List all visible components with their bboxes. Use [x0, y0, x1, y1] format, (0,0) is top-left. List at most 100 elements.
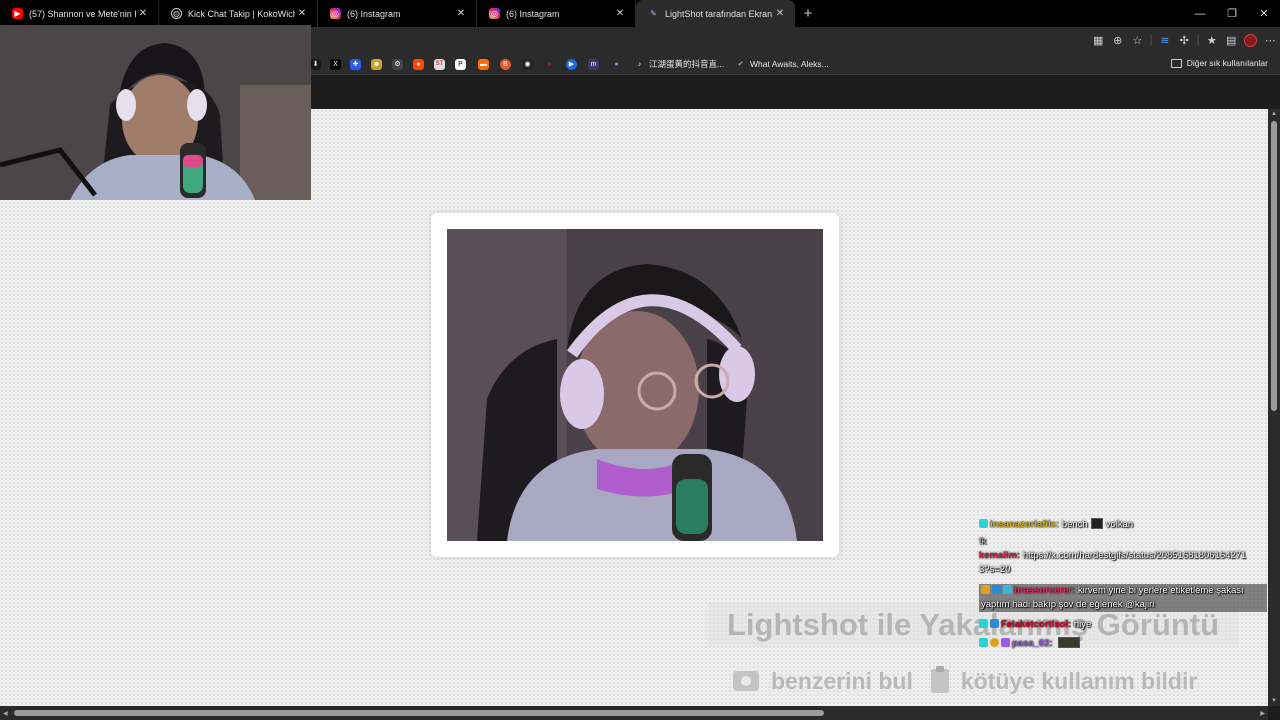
bookmark-item[interactable]: ● — [611, 58, 622, 70]
tab-strip: ▶ (57) Shannon ve Mete'nin Karavan ✕ ◍ K… — [0, 0, 1280, 27]
bookmark-item[interactable]: ▬ — [478, 58, 489, 70]
scroll-right-icon[interactable]: ▶ — [1260, 710, 1265, 717]
close-icon[interactable]: ✕ — [773, 8, 787, 19]
tool-icon: ✚ — [350, 58, 361, 70]
profile-avatar[interactable] — [1241, 27, 1261, 53]
chat-text-tail: volkan — [1105, 519, 1134, 530]
webcam-feed-illustration — [0, 25, 311, 200]
favorite-star-icon[interactable]: ☆ — [1128, 27, 1148, 53]
instagram-icon: ◎ — [489, 8, 500, 19]
tab-youtube[interactable]: ▶ (57) Shannon ve Mete'nin Karavan ✕ — [0, 0, 159, 27]
bookmark-item[interactable]: ⚙ — [392, 58, 403, 70]
folder-icon — [1170, 58, 1182, 68]
tab-instagram-2[interactable]: ◎ (6) Instagram ✕ — [477, 0, 636, 27]
find-similar-label: benzerini bul — [771, 667, 913, 694]
scroll-down-icon[interactable]: ▼ — [1271, 698, 1277, 704]
bookmark-item[interactable]: ⬇ — [310, 58, 321, 70]
chat-username: Felaketcortisol: — [1001, 619, 1072, 630]
pm-icon: m — [588, 58, 599, 70]
scrollbar-thumb[interactable] — [14, 710, 824, 716]
bookmark-label: 江湖蛋黄的抖音直... — [649, 59, 725, 69]
camera-icon — [733, 671, 759, 691]
sp-icon: ST — [434, 58, 445, 70]
scroll-up-icon[interactable]: ▲ — [1271, 111, 1277, 117]
vertical-scrollbar[interactable]: ▲ ▼ — [1268, 109, 1280, 706]
globe-icon: ◍ — [171, 8, 182, 19]
close-icon[interactable]: ✕ — [613, 8, 627, 19]
bookmark-item[interactable]: X — [330, 58, 341, 70]
instagram-icon: ◎ — [330, 8, 341, 19]
subscriber-badge-icon — [979, 519, 988, 528]
bookmark-item[interactable]: ◉ — [522, 58, 533, 70]
bookmark-tiktok[interactable]: ♪ 江湖蛋黄的抖音直... — [634, 58, 724, 70]
chat-message: Felaketcortisol: niye — [979, 619, 1269, 631]
extensions-icon[interactable]: ✣ — [1175, 27, 1195, 53]
scrollbar-thumb[interactable] — [1271, 121, 1277, 411]
chat-username: pasa_02: — [1012, 638, 1053, 649]
bookmark-item[interactable]: ● — [413, 58, 424, 70]
restore-icon[interactable]: ❐ — [1216, 0, 1248, 27]
x-icon: X — [330, 58, 341, 70]
horizontal-scrollbar[interactable]: ◀ ▶ — [0, 706, 1268, 720]
bookmark-item[interactable]: ▶ — [566, 58, 577, 70]
bookmark-item[interactable]: B — [500, 58, 511, 70]
bookmark-item[interactable]: m — [588, 58, 599, 70]
feather-icon: ✎ — [650, 9, 657, 18]
favorites-collection-icon[interactable]: ★ — [1202, 27, 1222, 53]
b-icon: B — [500, 58, 511, 70]
vertical-divider: | — [1196, 34, 1200, 46]
scroll-left-icon[interactable]: ◀ — [3, 710, 8, 717]
reader-view-icon[interactable]: ▦ — [1089, 27, 1109, 53]
close-icon[interactable]: ✕ — [295, 8, 309, 19]
browser-window: ▶ (57) Shannon ve Mete'nin Karavan ✕ ◍ K… — [0, 0, 1280, 720]
target-icon: ◉ — [522, 58, 533, 70]
vip-badge-icon — [1001, 638, 1010, 647]
tab-label: (57) Shannon ve Mete'nin Karavan — [29, 8, 136, 19]
tab-instagram[interactable]: ◎ (6) Instagram ✕ — [318, 0, 477, 27]
bookmark-item[interactable]: ☻ — [371, 58, 382, 70]
bookmark-item[interactable]: P — [455, 58, 466, 70]
new-tab-button[interactable]: + — [795, 0, 821, 27]
find-similar-link[interactable]: benzerini bul — [733, 668, 913, 695]
report-abuse-label: kötüye kullanım bildir — [960, 667, 1198, 694]
chat-message: kemalim: https://x.com/hardestgifs/statu… — [979, 550, 1269, 562]
tab-lightshot[interactable]: ✎ LightShot tarafından Ekran Görün ✕ — [636, 0, 795, 27]
chat-text: kirvem yine bi yerlere etiketleme şakası — [1077, 585, 1244, 596]
youtube-icon: ▶ — [12, 8, 23, 19]
clipboard-icon — [930, 666, 949, 693]
bookmark-item[interactable]: ♦ — [544, 58, 555, 70]
zoom-icon[interactable]: ⊕ — [1108, 27, 1128, 53]
close-icon[interactable]: ✕ — [136, 8, 150, 19]
extension-wave-icon[interactable]: ≋ — [1155, 27, 1175, 53]
crown-badge-icon — [990, 638, 999, 647]
tab-kick-chat[interactable]: ◍ Kick Chat Takip | KokoWich ✕ — [159, 0, 318, 27]
report-abuse-link[interactable]: kötüye kullanım bildir — [930, 666, 1198, 695]
screenshot-image[interactable] — [447, 229, 823, 541]
chat-message: insanazorlafilc: bench volkan — [979, 518, 1269, 531]
chat-text: yaptım hadi bakıp şov de eğlenek @kajiri — [981, 599, 1155, 610]
chat-message: brassorcerer: kirvem yine bi yerlere eti… — [979, 584, 1267, 598]
emote-icon — [1090, 518, 1103, 529]
crown-badge-icon — [981, 585, 990, 594]
toolbar-icons: ▦ ⊕ ☆ | ≋ ✣ | ★ ▤ ⋯ — [1089, 27, 1280, 53]
person-photo-illustration — [447, 229, 823, 541]
bookmark-x-post[interactable]: ✔ What Awaits, Aleks... — [735, 58, 829, 70]
close-icon[interactable]: ✕ — [454, 8, 468, 19]
tab-label: (6) Instagram — [506, 8, 560, 19]
chat-text: niye — [1073, 619, 1092, 630]
x-post-icon: ✔ — [737, 61, 744, 68]
play-icon: ▶ — [566, 58, 577, 70]
chat-text: 3?s=20 — [979, 564, 1011, 575]
bookmark-item[interactable]: ST — [434, 58, 445, 70]
close-window-icon[interactable]: ✕ — [1248, 0, 1280, 27]
bookmark-item[interactable]: ✚ — [350, 58, 361, 70]
minimize-icon[interactable]: — — [1184, 0, 1216, 27]
bookmark-edge-icon: ⬇ — [310, 58, 321, 70]
cat-icon: ⚙ — [392, 58, 403, 70]
other-favorites[interactable]: Diğer sık kullanılanlar — [1170, 58, 1268, 68]
chat-username: kemalim: — [979, 550, 1021, 561]
more-menu-icon[interactable]: ⋯ — [1261, 27, 1280, 53]
face-icon: ☻ — [371, 58, 382, 70]
mod-badge-icon — [992, 585, 1001, 594]
sidebar-icon[interactable]: ▤ — [1222, 27, 1242, 53]
